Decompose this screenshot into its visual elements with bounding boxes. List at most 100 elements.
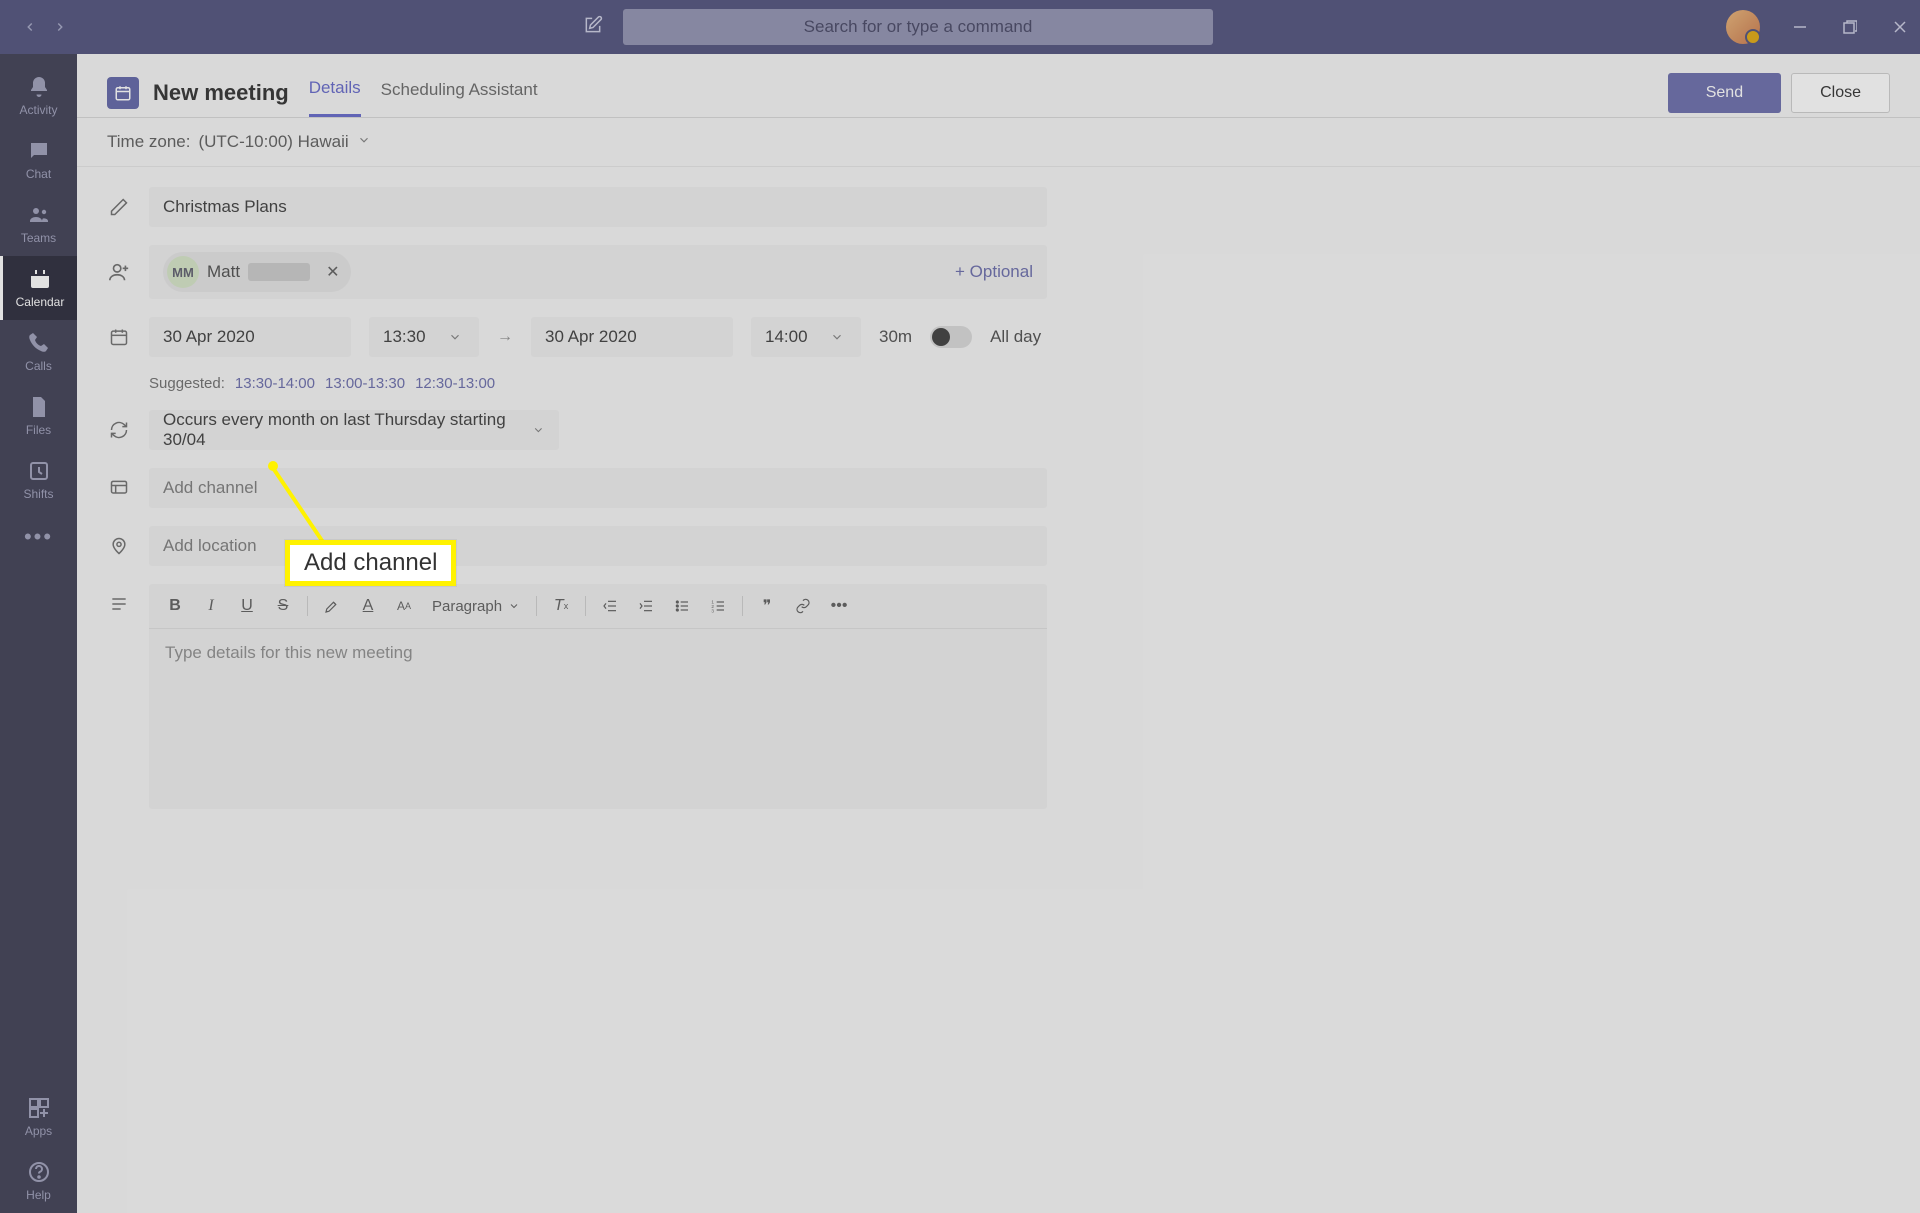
quote-button[interactable]: ❞ [751,592,783,620]
annotation-callout: Add channel [285,540,456,586]
calendar-row-icon [107,327,131,347]
chevron-down-icon [357,132,371,152]
sidebar-label: Teams [21,231,56,245]
end-time-input[interactable]: 14:00 [751,317,861,357]
sidebar-item-apps[interactable]: Apps [0,1085,77,1149]
sidebar-label: Calls [25,359,52,373]
content-area: New meeting Details Scheduling Assistant… [77,54,1920,1213]
more-options-button[interactable]: ••• [823,592,855,620]
all-day-label: All day [990,327,1041,347]
bold-button[interactable]: B [159,592,191,620]
link-button[interactable] [787,592,819,620]
tab-details[interactable]: Details [309,68,361,117]
attendees-input[interactable]: MM Matt ✕ + Optional [149,245,1047,299]
start-date-input[interactable]: 30 Apr 2020 [149,317,351,357]
calendar-icon [28,267,52,291]
suggested-slot[interactable]: 13:30-14:00 [235,375,315,392]
close-button[interactable]: Close [1791,73,1890,113]
window-close-icon[interactable] [1890,20,1910,34]
sidebar-item-chat[interactable]: Chat [0,128,77,192]
duration-label: 30m [879,327,912,347]
bullet-list-button[interactable] [666,592,698,620]
attendee-chip: MM Matt ✕ [163,252,351,292]
rich-text-editor: B I U S A AA Paragraph [149,584,1047,809]
sidebar-item-shifts[interactable]: Shifts [0,448,77,512]
suggested-times: Suggested: 13:30-14:00 13:00-13:30 12:30… [107,375,1047,392]
sidebar-label: Shifts [23,487,53,501]
chevron-down-icon [532,423,545,437]
chat-icon [27,139,51,163]
pencil-icon [107,197,131,217]
sidebar-item-calendar[interactable]: Calendar [0,256,77,320]
window-minimize-icon[interactable] [1790,20,1810,34]
page-header: New meeting Details Scheduling Assistant… [77,54,1920,118]
bell-icon [27,75,51,99]
phone-icon [27,331,51,355]
description-icon [107,594,131,614]
end-date-input[interactable]: 30 Apr 2020 [531,317,733,357]
help-icon [27,1160,51,1184]
attendee-redacted [248,263,310,281]
add-location-input[interactable] [149,526,1047,566]
sidebar-item-teams[interactable]: Teams [0,192,77,256]
recurrence-select[interactable]: Occurs every month on last Thursday star… [149,410,559,450]
all-day-toggle[interactable] [930,326,972,348]
annotation-callout-text: Add channel [304,549,437,576]
underline-button[interactable]: U [231,592,263,620]
search-input[interactable]: Search for or type a command [623,9,1213,45]
add-person-icon [107,261,131,283]
timezone-value: (UTC-10:00) Hawaii [198,132,348,152]
remove-attendee-icon[interactable]: ✕ [326,262,339,282]
app-sidebar: Activity Chat Teams Calendar Calls Files… [0,54,77,1213]
numbered-list-button[interactable]: 123 [702,592,734,620]
indent-button[interactable] [630,592,662,620]
suggested-slot[interactable]: 12:30-13:00 [415,375,495,392]
sidebar-label: Calendar [16,295,65,309]
sidebar-label: Chat [26,167,51,181]
channel-icon [107,478,131,498]
compose-icon[interactable] [583,15,603,40]
suggested-slot[interactable]: 13:00-13:30 [325,375,405,392]
attendee-name: Matt [207,262,240,282]
svg-text:3: 3 [711,609,714,614]
attendee-avatar: MM [167,256,199,288]
font-size-button[interactable]: AA [388,592,420,620]
sidebar-label: Activity [19,103,57,117]
outdent-button[interactable] [594,592,626,620]
sidebar-item-help[interactable]: Help [0,1149,77,1213]
editor-toolbar: B I U S A AA Paragraph [149,584,1047,629]
nav-forward-icon[interactable] [50,17,70,37]
suggested-label: Suggested: [149,375,225,392]
start-time-input[interactable]: 13:30 [369,317,479,357]
user-avatar[interactable] [1726,10,1760,44]
sidebar-item-activity[interactable]: Activity [0,64,77,128]
sidebar-item-calls[interactable]: Calls [0,320,77,384]
file-icon [27,395,51,419]
strikethrough-button[interactable]: S [267,592,299,620]
timezone-label: Time zone: [107,132,190,152]
chevron-down-icon [830,330,844,344]
chevron-down-icon [448,330,462,344]
sidebar-item-files[interactable]: Files [0,384,77,448]
location-icon [107,536,131,556]
send-button[interactable]: Send [1668,73,1781,113]
add-optional-link[interactable]: + Optional [955,262,1033,282]
font-color-button[interactable]: A [352,592,384,620]
meeting-title-input[interactable] [149,187,1047,227]
page-title: New meeting [153,80,289,106]
timezone-selector[interactable]: Time zone: (UTC-10:00) Hawaii [77,118,1920,167]
tab-scheduling-assistant[interactable]: Scheduling Assistant [381,70,538,116]
shifts-icon [27,459,51,483]
calendar-badge-icon [107,77,139,109]
search-placeholder-label: Search for or type a command [804,17,1033,37]
editor-body[interactable]: Type details for this new meeting [149,629,1047,809]
clear-formatting-button[interactable]: Tx [545,592,577,620]
sidebar-label: Apps [25,1124,52,1138]
paragraph-style-button[interactable]: Paragraph [424,598,528,615]
italic-button[interactable]: I [195,592,227,620]
highlight-button[interactable] [316,592,348,620]
window-maximize-icon[interactable] [1840,20,1860,34]
sidebar-more-icon[interactable]: ••• [24,512,53,562]
sidebar-label: Help [26,1188,51,1202]
nav-back-icon[interactable] [20,17,40,37]
